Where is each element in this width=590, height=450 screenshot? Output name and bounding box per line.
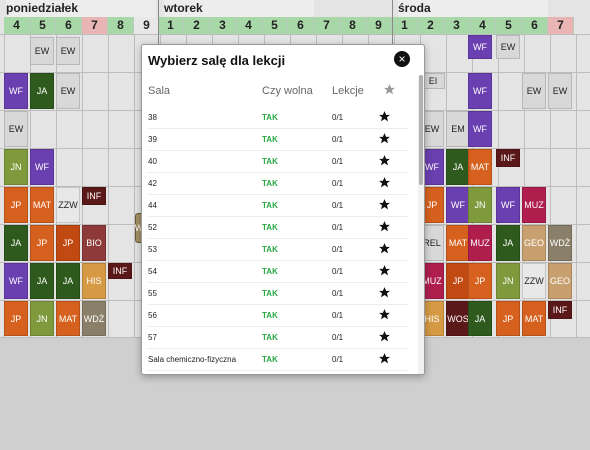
star-icon[interactable] xyxy=(378,308,391,321)
star-icon[interactable] xyxy=(378,286,391,299)
scrollbar-thumb[interactable] xyxy=(419,75,423,185)
room-free: TAK xyxy=(262,355,278,364)
room-free: TAK xyxy=(262,179,278,188)
star-icon[interactable] xyxy=(378,242,391,255)
room-free: TAK xyxy=(262,245,278,254)
star-icon[interactable] xyxy=(383,83,396,96)
room-free: TAK xyxy=(262,113,278,122)
room-name: 40 xyxy=(148,157,157,166)
room-free: TAK xyxy=(262,333,278,342)
rooms-table: Sala Czy wolna Lekcje 38 TAK 0/1 39 TAK 0/1 40… xyxy=(142,75,418,375)
column-header-lessons: Lekcje xyxy=(332,85,364,97)
star-icon[interactable] xyxy=(378,352,391,365)
room-free: TAK xyxy=(262,157,278,166)
room-row[interactable]: 39 TAK 0/1 xyxy=(148,129,408,151)
room-free: TAK xyxy=(262,311,278,320)
room-free: TAK xyxy=(262,223,278,232)
room-row[interactable]: 38 TAK 0/1 xyxy=(148,107,408,129)
room-free: TAK xyxy=(262,289,278,298)
room-row[interactable]: wycieczkaTAK0/1 xyxy=(148,371,408,375)
star-icon[interactable] xyxy=(378,110,391,123)
room-lessons: 0/1 xyxy=(332,157,344,166)
modal-title: Wybierz salę dla lekcji xyxy=(148,53,286,68)
column-header-free: Czy wolna xyxy=(262,85,313,97)
column-header-room: Sala xyxy=(148,85,171,97)
room-lessons: 0/1 xyxy=(332,289,344,298)
room-lessons: 0/1 xyxy=(332,201,344,210)
room-lessons: 0/1 xyxy=(332,355,344,364)
room-name: 57 xyxy=(148,333,157,342)
room-name: 39 xyxy=(148,135,157,144)
room-row[interactable]: 52 TAK 0/1 xyxy=(148,217,408,239)
room-name: 42 xyxy=(148,179,157,188)
room-free: TAK xyxy=(262,201,278,210)
room-row[interactable]: 56 TAK 0/1 xyxy=(148,305,408,327)
room-row[interactable]: 40 TAK 0/1 xyxy=(148,151,408,173)
room-lessons: 0/1 xyxy=(332,113,344,122)
star-icon[interactable] xyxy=(378,198,391,211)
room-lessons: 0/1 xyxy=(332,135,344,144)
room-lessons: 0/1 xyxy=(332,179,344,188)
room-select-modal: Wybierz salę dla lekcji × Sala Czy wolna… xyxy=(141,44,425,375)
room-row[interactable]: 57 TAK 0/1 xyxy=(148,327,408,349)
star-icon[interactable] xyxy=(378,220,391,233)
close-button[interactable]: × xyxy=(394,51,410,67)
room-lessons: 0/1 xyxy=(332,267,344,276)
room-name: 38 xyxy=(148,113,157,122)
room-name: 55 xyxy=(148,289,157,298)
room-name: Sala chemiczno-fizyczna xyxy=(148,355,237,364)
room-lessons: 0/1 xyxy=(332,223,344,232)
room-lessons: 0/1 xyxy=(332,333,344,342)
room-row[interactable]: 53 TAK 0/1 xyxy=(148,239,408,261)
star-icon[interactable] xyxy=(378,176,391,189)
room-name: 54 xyxy=(148,267,157,276)
room-name: 56 xyxy=(148,311,157,320)
star-icon[interactable] xyxy=(378,374,391,375)
modal-overlay[interactable]: Wybierz salę dla lekcji × Sala Czy wolna… xyxy=(0,0,590,450)
room-lessons: 0/1 xyxy=(332,245,344,254)
star-icon[interactable] xyxy=(378,132,391,145)
room-row[interactable]: 55 TAK 0/1 xyxy=(148,283,408,305)
room-row[interactable]: 42 TAK 0/1 xyxy=(148,173,408,195)
star-icon[interactable] xyxy=(378,154,391,167)
modal-scrollbar[interactable] xyxy=(418,75,424,374)
room-row[interactable]: 54 TAK 0/1 xyxy=(148,261,408,283)
star-icon[interactable] xyxy=(378,330,391,343)
room-name: 53 xyxy=(148,245,157,254)
star-icon[interactable] xyxy=(378,264,391,277)
room-free: TAK xyxy=(262,267,278,276)
room-row[interactable]: Sala chemiczno-fizyczna TAK 0/1 xyxy=(148,349,408,371)
room-name: 52 xyxy=(148,223,157,232)
room-lessons: 0/1 xyxy=(332,311,344,320)
room-free: TAK xyxy=(262,135,278,144)
room-row[interactable]: 44 TAK 0/1 xyxy=(148,195,408,217)
room-name: 44 xyxy=(148,201,157,210)
